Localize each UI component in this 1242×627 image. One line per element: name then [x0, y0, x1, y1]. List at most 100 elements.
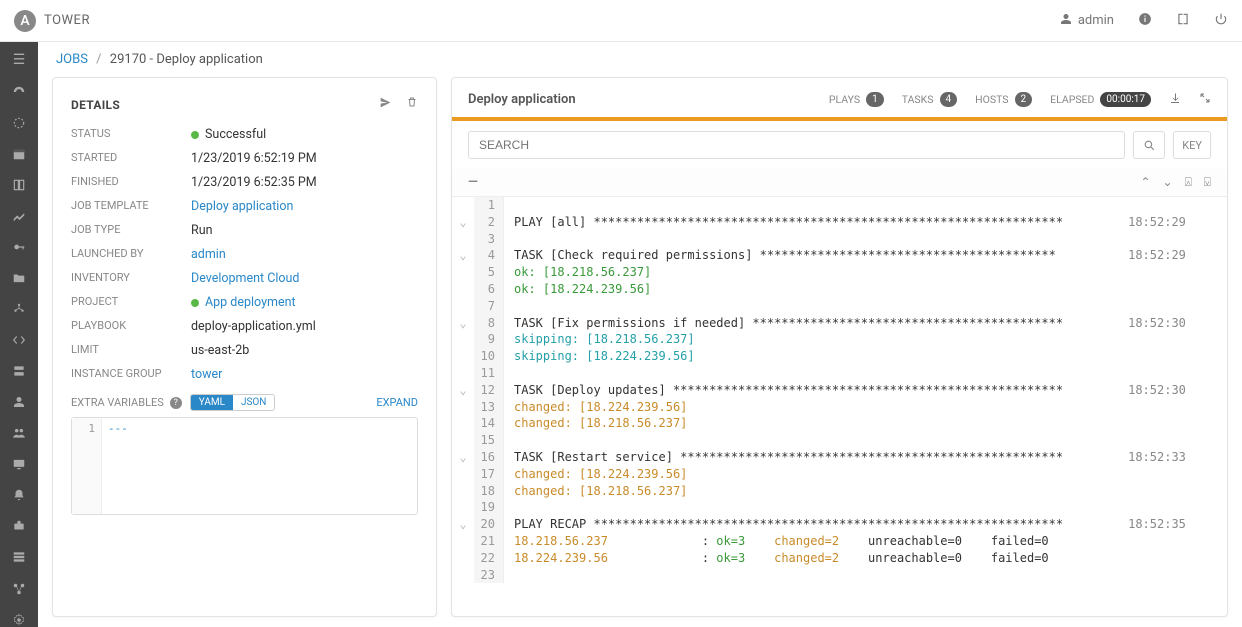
nav-menu-icon[interactable]: ☰ [13, 52, 26, 68]
output-line[interactable]: 2118.218.56.237 : ok=3 changed=2 unreach… [452, 533, 1227, 550]
delete-icon[interactable] [406, 96, 418, 113]
nav-network-icon[interactable] [12, 581, 26, 596]
output-line[interactable]: 2218.224.239.56 : ok=3 changed=2 unreach… [452, 550, 1227, 567]
nav-instances-icon[interactable] [12, 550, 26, 565]
breadcrumb: JOBS / 29170 - Deploy application [38, 42, 1242, 77]
output-line[interactable]: 7 [452, 298, 1227, 315]
output-line[interactable]: 5ok: [18.218.56.237] [452, 264, 1227, 281]
output-line[interactable]: ⌄2PLAY [all] ***************************… [452, 214, 1227, 231]
output-body[interactable]: 1⌄2PLAY [all] **************************… [452, 197, 1227, 616]
line-number: 3 [474, 231, 504, 248]
up-icon[interactable]: ⌃ [1140, 175, 1150, 190]
output-line[interactable]: 10skipping: [18.224.239.56] [452, 348, 1227, 365]
bottom-icon[interactable]: ⍌ [1204, 175, 1211, 190]
info-icon[interactable] [1138, 12, 1152, 30]
relaunch-icon[interactable] [379, 96, 392, 113]
output-line[interactable]: ⌄16TASK [Restart service] **************… [452, 449, 1227, 466]
nav-templates-icon[interactable] [12, 208, 26, 223]
expand-icon[interactable] [1199, 92, 1211, 107]
output-line[interactable]: 3 [452, 231, 1227, 248]
nav-schedules-icon[interactable] [12, 146, 26, 161]
project-link[interactable]: App deployment [205, 295, 296, 310]
breadcrumb-root[interactable]: JOBS [56, 52, 88, 67]
line-text: skipping: [18.224.239.56] [504, 348, 1227, 365]
output-line[interactable]: 11 [452, 365, 1227, 382]
output-line[interactable]: ⌄20PLAY RECAP **************************… [452, 516, 1227, 533]
jobtemplate-link[interactable]: Deploy application [191, 199, 293, 214]
output-line[interactable]: 6ok: [18.224.239.56] [452, 281, 1227, 298]
down-icon[interactable]: ⌄ [1163, 175, 1173, 190]
line-chevron-icon[interactable]: ⌄ [452, 214, 474, 231]
output-line[interactable]: 15 [452, 432, 1227, 449]
line-text [504, 499, 1227, 516]
output-line[interactable]: 9skipping: [18.218.56.237] [452, 331, 1227, 348]
editor-gutter: 1 [72, 418, 102, 514]
nav-server-icon[interactable] [12, 364, 26, 379]
toggle-json[interactable]: JSON [233, 395, 274, 410]
output-controls: — ⌃ ⌄ ⍓ ⍌ [452, 169, 1227, 197]
nav-inventories-icon[interactable] [12, 301, 26, 316]
download-icon[interactable] [1169, 92, 1181, 107]
output-line[interactable]: 19 [452, 499, 1227, 516]
extra-vars-editor[interactable]: 1 --- [71, 417, 418, 515]
output-panel: Deploy application PLAYS1 TASKS4 HOSTS2 … [451, 77, 1228, 617]
search-input[interactable] [468, 131, 1125, 159]
line-chevron-icon[interactable]: ⌄ [452, 516, 474, 533]
docs-icon[interactable] [1176, 12, 1190, 30]
collapse-all-icon[interactable]: — [468, 175, 478, 190]
nav-notifications-icon[interactable] [12, 488, 26, 503]
expand-button[interactable]: EXPAND [376, 396, 418, 409]
breadcrumb-sep: / [96, 52, 101, 67]
output-line[interactable]: 17changed: [18.224.239.56] [452, 466, 1227, 483]
brand: A TOWER [14, 10, 90, 32]
user-name: admin [1078, 13, 1114, 28]
instancegroup-link[interactable]: tower [191, 367, 222, 382]
launchedby-link[interactable]: admin [191, 247, 226, 262]
output-line[interactable]: 18changed: [18.218.56.237] [452, 483, 1227, 500]
nav-projects-icon[interactable] [12, 270, 26, 285]
nav-portal-icon[interactable] [12, 177, 26, 192]
started-value: 1/23/2019 6:52:19 PM [191, 151, 418, 166]
nav-users-icon[interactable] [13, 395, 25, 410]
output-line[interactable]: 14changed: [18.218.56.237] [452, 415, 1227, 432]
nav-display-icon[interactable] [12, 457, 26, 472]
line-number: 23 [474, 567, 504, 584]
search-button[interactable] [1133, 131, 1165, 159]
nav-scripts-icon[interactable] [12, 333, 26, 348]
line-text: TASK [Fix permissions if needed] *******… [504, 315, 1227, 332]
line-chevron-icon[interactable]: ⌄ [452, 449, 474, 466]
help-icon[interactable]: ? [170, 397, 182, 409]
power-icon[interactable] [1214, 12, 1228, 30]
line-chevron-icon [452, 567, 474, 584]
line-text: TASK [Check required permissions] ******… [504, 247, 1227, 264]
brand-name: TOWER [44, 13, 90, 28]
output-line[interactable]: ⌄12TASK [Deploy updates] ***************… [452, 382, 1227, 399]
output-title: Deploy application [468, 92, 576, 107]
toggle-yaml[interactable]: YAML [191, 395, 233, 410]
top-icon[interactable]: ⍓ [1185, 175, 1192, 190]
line-chevron-icon[interactable]: ⌄ [452, 315, 474, 332]
nav-management-icon[interactable] [12, 519, 26, 534]
finished-label: FINISHED [71, 175, 191, 190]
user-menu[interactable]: admin [1060, 13, 1114, 29]
output-search-row: KEY [452, 131, 1227, 169]
line-chevron-icon[interactable]: ⌄ [452, 382, 474, 399]
project-label: PROJECT [71, 295, 191, 310]
output-line[interactable]: ⌄8TASK [Fix permissions if needed] *****… [452, 315, 1227, 332]
nav-dashboard-icon[interactable] [12, 84, 26, 99]
nav-settings-icon[interactable] [12, 612, 26, 627]
line-chevron-icon [452, 466, 474, 483]
nav-jobs-icon[interactable] [12, 115, 26, 130]
output-line[interactable]: 23 [452, 567, 1227, 584]
nav-credentials-icon[interactable] [12, 239, 26, 254]
key-button[interactable]: KEY [1173, 131, 1211, 159]
line-text: ok: [18.218.56.237] [504, 264, 1227, 281]
inventory-label: INVENTORY [71, 271, 191, 286]
line-chevron-icon[interactable]: ⌄ [452, 247, 474, 264]
output-line[interactable]: ⌄4TASK [Check required permissions] ****… [452, 247, 1227, 264]
output-line[interactable]: 1 [452, 197, 1227, 214]
output-line[interactable]: 13changed: [18.224.239.56] [452, 399, 1227, 416]
output-stats: PLAYS1 TASKS4 HOSTS2 ELAPSED00:00:17 [829, 92, 1211, 107]
inventory-link[interactable]: Development Cloud [191, 271, 299, 286]
nav-teams-icon[interactable] [12, 426, 26, 441]
